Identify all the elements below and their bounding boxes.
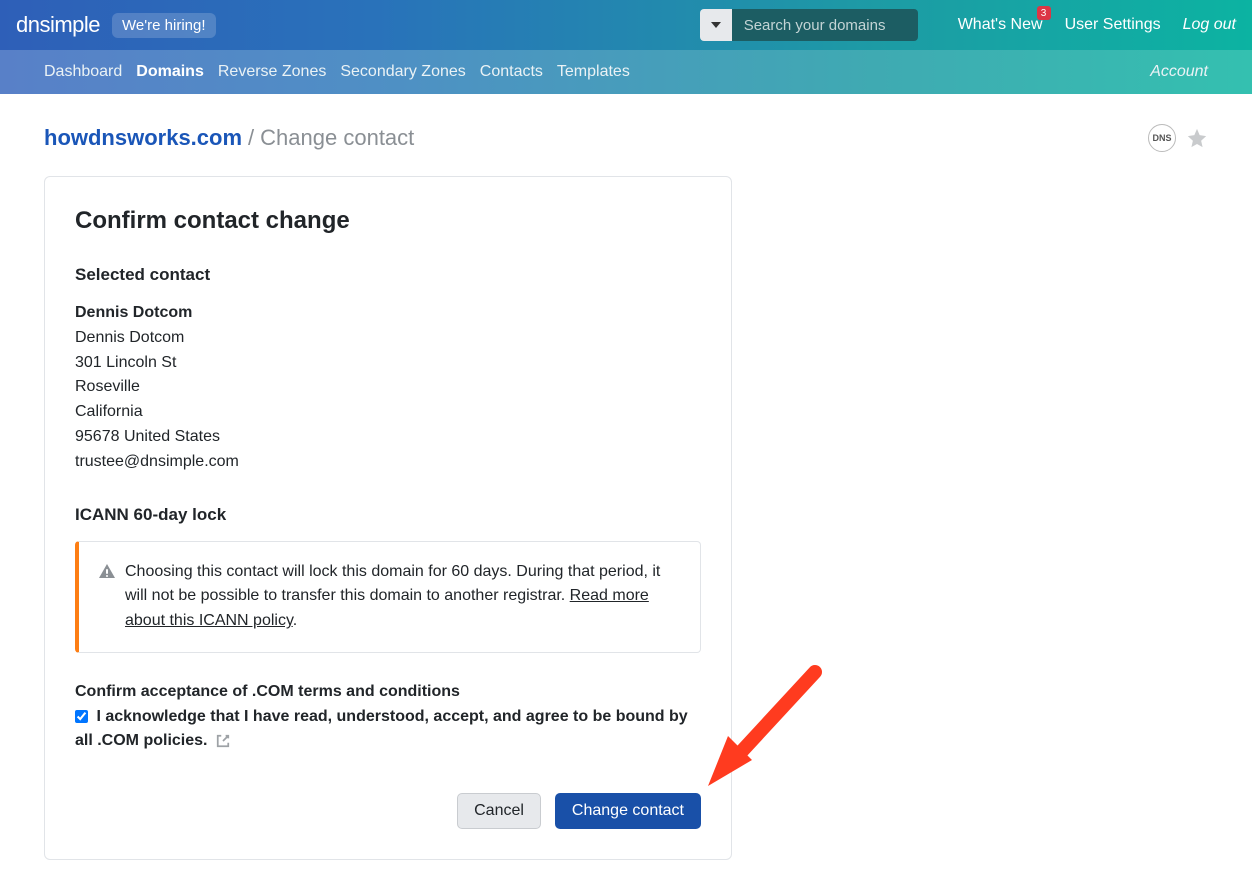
breadcrumb-separator: / <box>248 125 254 151</box>
contact-info: Dennis Dotcom Dennis Dotcom 301 Lincoln … <box>75 301 701 475</box>
actions: Cancel Change contact <box>75 793 701 829</box>
terms-heading: Confirm acceptance of .COM terms and con… <box>75 683 701 701</box>
warning-icon <box>99 563 115 579</box>
search-wrap <box>700 9 918 41</box>
confirm-card: Confirm contact change Selected contact … <box>44 176 732 860</box>
contact-street: 301 Lincoln St <box>75 351 701 376</box>
nav-templates[interactable]: Templates <box>557 63 630 81</box>
contact-email: trustee@dnsimple.com <box>75 450 701 475</box>
breadcrumb-current: Change contact <box>260 125 414 151</box>
breadcrumb: howdnsworks.com / Change contact DNS <box>44 124 1208 152</box>
external-link-icon[interactable] <box>216 734 230 748</box>
nav-secondary-zones[interactable]: Secondary Zones <box>340 63 465 81</box>
icann-section: ICANN 60-day lock Choosing this contact … <box>75 505 701 653</box>
contact-org: Dennis Dotcom <box>75 326 701 351</box>
sub-nav: Dashboard Domains Reverse Zones Secondar… <box>0 50 1252 94</box>
top-header: dnsimple We're hiring! What's New 3 User… <box>0 0 1252 50</box>
user-settings-link[interactable]: User Settings <box>1065 16 1161 34</box>
nav-account[interactable]: Account <box>1150 63 1208 81</box>
dns-badge: DNS <box>1148 124 1176 152</box>
terms-section: Confirm acceptance of .COM terms and con… <box>75 683 701 753</box>
whats-new-label: What's New <box>958 16 1043 33</box>
hiring-badge[interactable]: We're hiring! <box>112 13 215 38</box>
logout-link[interactable]: Log out <box>1183 16 1236 34</box>
nav-dashboard[interactable]: Dashboard <box>44 63 122 81</box>
terms-checkbox[interactable] <box>75 710 88 723</box>
logo[interactable]: dnsimple <box>16 12 100 38</box>
selected-contact-heading: Selected contact <box>75 265 701 285</box>
contact-state: California <box>75 400 701 425</box>
nav-contacts[interactable]: Contacts <box>480 63 543 81</box>
search-input[interactable] <box>732 9 918 41</box>
contact-city: Roseville <box>75 375 701 400</box>
change-contact-button[interactable]: Change contact <box>555 793 701 829</box>
breadcrumb-domain-link[interactable]: howdnsworks.com <box>44 125 242 151</box>
star-icon[interactable] <box>1186 127 1208 149</box>
card-title: Confirm contact change <box>75 207 701 235</box>
search-filter-dropdown[interactable] <box>700 9 732 41</box>
page-container: howdnsworks.com / Change contact DNS Con… <box>0 94 1252 890</box>
icann-alert: Choosing this contact will lock this dom… <box>75 541 701 653</box>
notification-badge: 3 <box>1037 6 1051 20</box>
nav-reverse-zones[interactable]: Reverse Zones <box>218 63 327 81</box>
nav-domains[interactable]: Domains <box>136 63 204 81</box>
contact-zip-country: 95678 United States <box>75 425 701 450</box>
contact-name: Dennis Dotcom <box>75 301 701 326</box>
terms-label[interactable]: I acknowledge that I have read, understo… <box>75 708 688 749</box>
cancel-button[interactable]: Cancel <box>457 793 541 829</box>
icann-heading: ICANN 60-day lock <box>75 505 701 525</box>
chevron-down-icon <box>711 22 721 28</box>
whats-new-link[interactable]: What's New 3 <box>958 16 1043 34</box>
